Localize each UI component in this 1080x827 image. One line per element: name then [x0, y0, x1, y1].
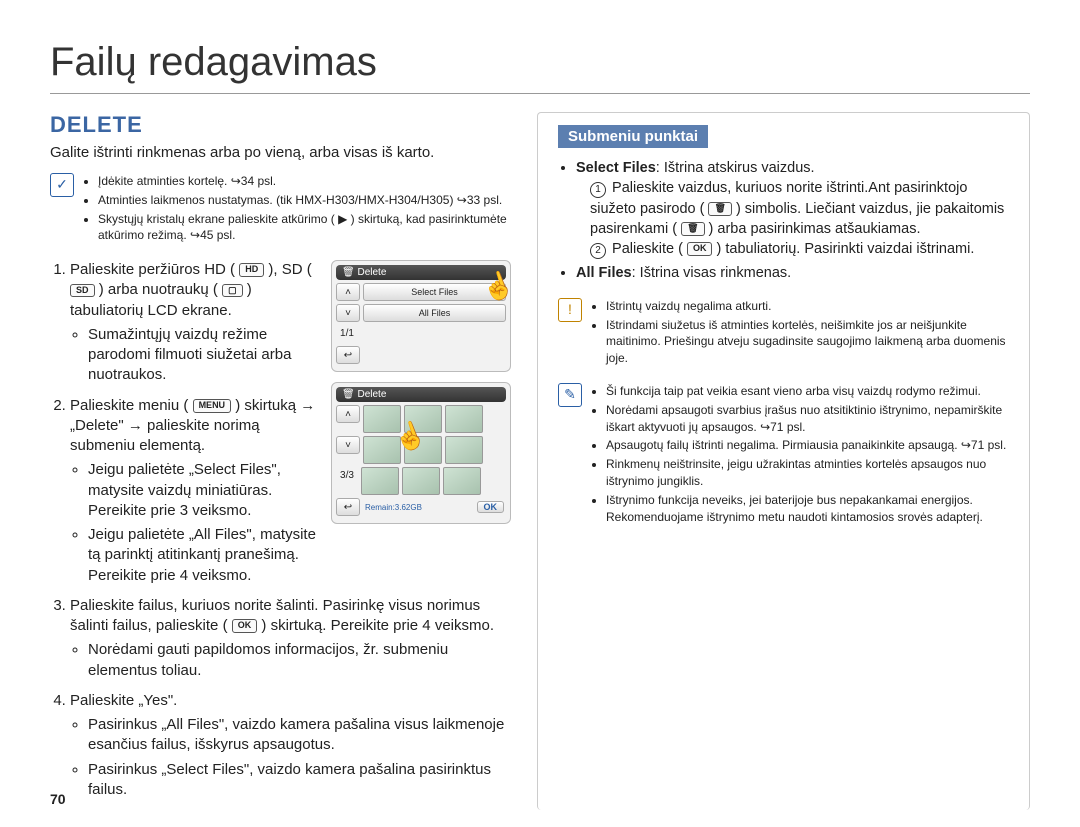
thumbnail[interactable] — [443, 467, 481, 495]
trash-mark-icon: 🗑 — [681, 222, 704, 236]
trash-icon: 🗑 — [342, 389, 355, 400]
page-indicator: 1/1 — [336, 325, 358, 341]
down-button[interactable]: ˅ — [336, 436, 360, 454]
up-button[interactable]: ˄ — [336, 405, 360, 423]
info-item: Norėdami apsaugoti svarbius įrašus nuo a… — [606, 402, 1017, 436]
step-2: Palieskite meniu ( MENU ) skirtuką → „De… — [70, 396, 321, 586]
thumbnail[interactable] — [445, 436, 483, 464]
ok-icon: OK — [232, 619, 258, 633]
section-heading: DELETE — [50, 112, 509, 138]
info-item: Apsaugotų failų ištrinti negalima. Pirmi… — [606, 437, 1017, 454]
remain-label: Remain:3.62GB — [365, 503, 422, 512]
sd-icon: SD — [70, 284, 95, 298]
step-4-note: Pasirinkus „Select Files", vaizdo kamera… — [88, 760, 509, 801]
warning-note: ! Ištrintų vaizdų negalima atkurti. Ištr… — [558, 298, 1017, 369]
step-2-note: Jeigu palietėte „All Files", matysite tą… — [88, 525, 321, 586]
step-3-note: Norėdami gauti papildomos informacijos, … — [88, 640, 509, 681]
step-2-note: Jeigu palietėte „Select Files", matysite… — [88, 460, 321, 521]
page: Failų redagavimas DELETE Galite ištrinti… — [0, 0, 1080, 827]
thumbnail[interactable] — [404, 405, 442, 433]
select-files-option[interactable]: Select Files — [363, 283, 506, 301]
up-button[interactable]: ˄ — [336, 283, 360, 301]
back-button[interactable]: ↩ — [336, 346, 360, 364]
trash-icon: 🗑 — [342, 267, 355, 278]
left-column: DELETE Galite ištrinti rinkmenas arba po… — [50, 112, 509, 810]
prereq-note: ✓ Įdėkite atminties kortelę. ↪34 psl. At… — [50, 173, 509, 246]
info-icon: ✎ — [558, 383, 582, 407]
page-title: Failų redagavimas — [50, 40, 1030, 94]
step-1: Palieskite peržiūros HD ( HD ), SD ( SD … — [70, 260, 321, 386]
prereq-item: Skystųjų kristalų ekrane palieskite atkū… — [98, 211, 509, 245]
check-icon: ✓ — [50, 173, 74, 197]
step-4: Palieskite „Yes". Pasirinkus „All Files"… — [70, 691, 509, 800]
step-1-icon: 1 — [590, 182, 606, 198]
thumbnail[interactable] — [445, 405, 483, 433]
ok-button[interactable]: OK — [477, 501, 505, 513]
right-column: Submeniu punktai Select Files: Ištrina a… — [537, 112, 1030, 810]
back-button[interactable]: ↩ — [336, 498, 360, 516]
info-list: Ši funkcija taip pat veikia esant vieno … — [590, 383, 1017, 527]
page-number: 70 — [50, 791, 66, 807]
info-item: Ištrynimo funkcija neveiks, jei baterijo… — [606, 492, 1017, 526]
submenu-tab: Submeniu punktai — [558, 125, 708, 148]
warning-item: Ištrindami siužetus iš atminties kortelė… — [606, 317, 1017, 367]
screenshot-column: 🗑 Delete ˄ Select Files ˅ All Files 1/1 — [331, 260, 509, 534]
warning-item: Ištrintų vaizdų negalima atkurti. — [606, 298, 1017, 315]
page-indicator: 3/3 — [336, 467, 358, 483]
prereq-list: Įdėkite atminties kortelę. ↪34 psl. Atmi… — [82, 173, 509, 246]
step-list-cont: Palieskite failus, kuriuos norite šalint… — [50, 596, 509, 800]
submenu-list: Select Files: Ištrina atskirus vaizdus. … — [558, 158, 1017, 284]
thumbnail[interactable] — [361, 467, 399, 495]
info-item: Ši funkcija taip pat veikia esant vieno … — [606, 383, 1017, 400]
prereq-item: Įdėkite atminties kortelę. ↪34 psl. — [98, 173, 509, 190]
thumbnail[interactable] — [404, 436, 442, 464]
info-note: ✎ Ši funkcija taip pat veikia esant vien… — [558, 383, 1017, 527]
submenu-all-files: All Files: Ištrina visas rinkmenas. — [576, 263, 1017, 283]
info-item: Rinkmenų neištrinsite, jeigu užrakintas … — [606, 456, 1017, 490]
step-2-icon: 2 — [590, 243, 606, 259]
step-4-note: Pasirinkus „All Files", vaizdo kamera pa… — [88, 715, 509, 756]
submenu-select-files: Select Files: Ištrina atskirus vaizdus. … — [576, 158, 1017, 259]
step-list: Palieskite peržiūros HD ( HD ), SD ( SD … — [50, 260, 321, 586]
hd-icon: HD — [239, 263, 264, 277]
trash-mark-icon: 🗑 — [708, 202, 731, 216]
thumbnail[interactable] — [363, 436, 401, 464]
down-button[interactable]: ˅ — [336, 304, 360, 322]
step-3: Palieskite failus, kuriuos norite šalint… — [70, 596, 509, 681]
thumbnail[interactable] — [402, 467, 440, 495]
menu-icon: MENU — [193, 399, 232, 413]
screenshot-delete-menu: 🗑 Delete ˄ Select Files ˅ All Files 1/1 — [331, 260, 511, 372]
ok-icon: OK — [687, 242, 713, 256]
columns: DELETE Galite ištrinti rinkmenas arba po… — [50, 112, 1030, 810]
screenshot-thumbnails: 🗑 Delete ˄ ˅ — [331, 382, 511, 524]
steps-with-screens: Palieskite peržiūros HD ( HD ), SD ( SD … — [50, 260, 509, 596]
intro-text: Galite ištrinti rinkmenas arba po vieną,… — [50, 144, 509, 161]
warning-list: Ištrintų vaizdų negalima atkurti. Ištrin… — [590, 298, 1017, 369]
step-1-note: Sumažintųjų vaizdų režime parodomi filmu… — [88, 325, 321, 386]
thumbnail[interactable] — [363, 405, 401, 433]
photo-icon: ▢ — [222, 284, 243, 298]
all-files-option[interactable]: All Files — [363, 304, 506, 322]
prereq-item: Atminties laikmenos nustatymas. (tik HMX… — [98, 192, 509, 209]
warning-icon: ! — [558, 298, 582, 322]
